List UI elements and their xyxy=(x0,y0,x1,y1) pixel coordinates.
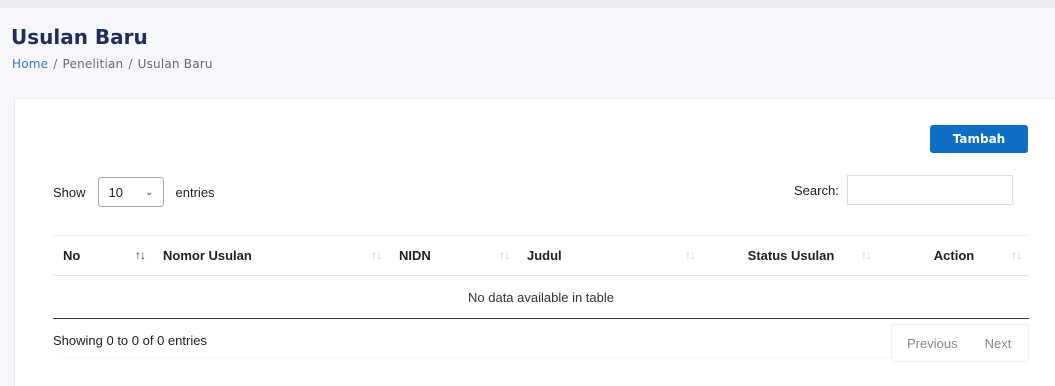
column-header-label: Action xyxy=(933,248,975,263)
breadcrumb-item-penelitian[interactable]: Penelitian xyxy=(63,57,124,71)
column-header-label: Judul xyxy=(527,248,562,263)
sort-icon: ↑↓ xyxy=(1011,248,1022,262)
length-control: Show 10 ⌄ entries xyxy=(53,176,215,208)
column-header-label: Status Usulan xyxy=(747,248,835,263)
top-strip xyxy=(0,0,1055,8)
tambah-button[interactable]: Tambah xyxy=(930,125,1028,153)
sort-icon: ↑↓ xyxy=(499,248,510,262)
previous-button[interactable]: Previous xyxy=(907,336,958,351)
table-row: No data available in table xyxy=(53,275,1029,319)
content-card: Tambah Show 10 ⌄ entries Search: No ↑↓ No… xyxy=(14,98,1055,386)
next-button[interactable]: Next xyxy=(985,336,1012,351)
footer-divider xyxy=(63,357,893,358)
table-info: Showing 0 to 0 of 0 entries xyxy=(53,333,207,348)
column-header-label: NIDN xyxy=(399,248,431,263)
show-label: Show xyxy=(53,184,86,200)
entries-select[interactable]: 10 ⌄ xyxy=(97,177,164,207)
column-header-judul[interactable]: Judul ↑↓ xyxy=(517,235,703,276)
column-header-status-usulan[interactable]: Status Usulan ↑↓ xyxy=(703,235,879,276)
breadcrumb-home-link[interactable]: Home xyxy=(12,57,48,71)
entries-label: entries xyxy=(175,184,215,200)
pagination: Previous Next xyxy=(891,324,1029,362)
breadcrumb-separator: / xyxy=(53,57,58,71)
search-label: Search: xyxy=(794,182,839,198)
data-table: No ↑↓ Nomor Usulan ↑↓ NIDN ↑↓ Judul ↑↓ Statu… xyxy=(53,235,1029,319)
column-header-nidn[interactable]: NIDN ↑↓ xyxy=(389,235,517,276)
sort-icon: ↑↓ xyxy=(685,248,696,262)
column-header-no[interactable]: No ↑↓ xyxy=(53,235,153,276)
sort-icon: ↑↓ xyxy=(135,248,146,262)
chevron-down-icon: ⌄ xyxy=(145,186,154,198)
entries-select-value: 10 xyxy=(108,184,123,200)
empty-table-message: No data available in table xyxy=(53,275,1029,319)
column-header-nomor-usulan[interactable]: Nomor Usulan ↑↓ xyxy=(153,235,389,276)
table-header-row: No ↑↓ Nomor Usulan ↑↓ NIDN ↑↓ Judul ↑↓ Statu… xyxy=(53,235,1029,276)
column-header-label: Nomor Usulan xyxy=(163,248,252,263)
sort-icon: ↑↓ xyxy=(861,248,872,262)
search-control: Search: xyxy=(794,175,1013,205)
column-header-action[interactable]: Action ↑↓ xyxy=(879,235,1029,276)
breadcrumb-separator: / xyxy=(128,57,133,71)
sort-icon: ↑↓ xyxy=(371,248,382,262)
search-input[interactable] xyxy=(846,175,1013,205)
page-title: Usulan Baru xyxy=(11,25,148,49)
breadcrumb-item-current: Usulan Baru xyxy=(137,57,213,71)
breadcrumb: Home / Penelitian / Usulan Baru xyxy=(12,57,213,71)
column-header-label: No xyxy=(63,248,81,263)
